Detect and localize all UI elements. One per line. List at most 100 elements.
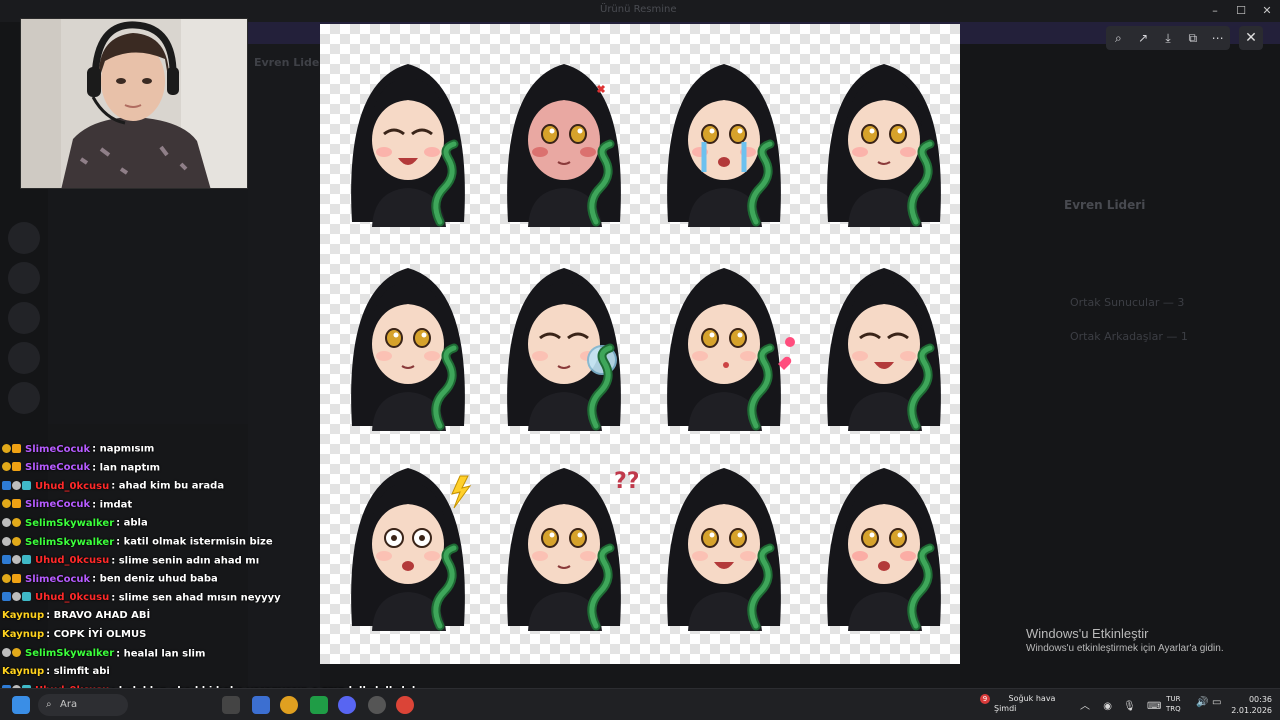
server-icon[interactable] bbox=[8, 382, 40, 414]
obs-icon[interactable] bbox=[368, 696, 386, 714]
server-icon[interactable] bbox=[8, 342, 40, 374]
system-tray: ︿ ◉ 🎙 ⌨ bbox=[1080, 697, 1161, 712]
emote-thinking bbox=[332, 246, 482, 431]
chat-text: BRAVO AHAD ABİ bbox=[53, 610, 151, 622]
badge-icon bbox=[2, 648, 11, 658]
taskbar-search[interactable]: ⌕ Ara bbox=[38, 694, 128, 716]
server-icon[interactable] bbox=[8, 222, 40, 254]
chat-badges bbox=[2, 477, 32, 494]
chat-separator: : bbox=[111, 592, 119, 604]
chat-badges bbox=[2, 552, 32, 569]
chrome-icon[interactable] bbox=[280, 696, 298, 714]
badge-icon bbox=[12, 462, 21, 472]
discord-icon[interactable] bbox=[338, 696, 356, 714]
server-icon[interactable] bbox=[8, 302, 40, 334]
viewer-close-button[interactable]: ✕ bbox=[1239, 26, 1263, 50]
weather-badge: 9 bbox=[980, 694, 990, 704]
language-code: TUR bbox=[1166, 695, 1181, 703]
chat-username: Uhud_0kcusu bbox=[35, 480, 110, 492]
chat-username: Kaynup bbox=[2, 666, 45, 678]
server-icon[interactable] bbox=[8, 262, 40, 294]
chat-text: slime senin adın ahad mı bbox=[118, 555, 260, 567]
badge-icon bbox=[12, 517, 21, 527]
badge-icon bbox=[22, 555, 31, 565]
chat-text: ahad kim bu arada bbox=[118, 480, 225, 492]
badge-icon bbox=[12, 480, 21, 490]
badge-icon bbox=[2, 573, 11, 583]
chat-message: SelimSkywalker: healal lan slim bbox=[2, 645, 205, 662]
maximize-button[interactable]: ☐ bbox=[1228, 0, 1254, 22]
language-indicator[interactable]: TUR TRQ bbox=[1166, 694, 1181, 714]
mutual-friends-link[interactable]: Ortak Arkadaşlar — 1 bbox=[1070, 330, 1188, 343]
badge-icon bbox=[2, 480, 11, 490]
chat-text: healal lan slim bbox=[123, 648, 206, 660]
weather-subtitle: Şimdi bbox=[994, 704, 1017, 713]
security-icon[interactable]: ◉ bbox=[1103, 701, 1112, 712]
chat-username: SlimeCocuk bbox=[25, 443, 91, 455]
emote-kissing bbox=[648, 246, 798, 431]
weather-widget[interactable]: 9 Soğuk hava Şimdi bbox=[980, 694, 1055, 714]
keyboard-icon[interactable]: ⌨ bbox=[1147, 701, 1161, 712]
excel-icon[interactable] bbox=[310, 696, 328, 714]
badge-icon bbox=[12, 555, 21, 565]
chevron-up-icon[interactable]: ︿ bbox=[1080, 701, 1090, 712]
badge-icon bbox=[12, 443, 21, 453]
clock[interactable]: 00:36 2.01.2026 bbox=[1228, 694, 1272, 716]
more-icon[interactable]: ⋯ bbox=[1208, 31, 1228, 45]
badge-icon bbox=[2, 555, 11, 565]
close-window-button[interactable]: ✕ bbox=[1254, 0, 1280, 22]
chat-separator: : bbox=[46, 666, 54, 678]
badge-icon bbox=[22, 480, 31, 490]
chat-message: Kaynup: slimfit abi bbox=[2, 663, 110, 680]
chat-message: SelimSkywalker: abla bbox=[2, 514, 148, 531]
search-label: Ara bbox=[60, 699, 78, 710]
chrome-icon[interactable] bbox=[396, 696, 414, 714]
chat-separator: : bbox=[116, 536, 124, 548]
emote-pouting bbox=[808, 42, 958, 227]
server-name: Evren Lideri bbox=[254, 56, 329, 69]
chat-text: slimfit abi bbox=[53, 666, 110, 678]
emote-angry bbox=[488, 42, 638, 227]
profile-panel: Evren Lideri Ortak Sunucular — 3 Ortak A… bbox=[960, 44, 1280, 688]
share-icon[interactable]: ↗ bbox=[1133, 31, 1153, 45]
taskbar: ⌕ Ara 9 Soğuk hava Şimdi ︿ ◉ 🎙 ⌨ TUR TRQ… bbox=[0, 688, 1280, 720]
chat-message: Uhud_0kcusu: slime senin adın ahad mı bbox=[2, 552, 259, 569]
speaker-icon[interactable]: 🔊 bbox=[1196, 697, 1208, 708]
minimize-button[interactable]: – bbox=[1202, 0, 1228, 22]
badge-icon bbox=[2, 517, 11, 527]
zoom-icon[interactable]: ⌕ bbox=[1108, 31, 1128, 46]
window-controls: – ☐ ✕ bbox=[1202, 0, 1280, 22]
chat-text: slime sen ahad mısın neyyyy bbox=[118, 592, 281, 604]
image-preview[interactable]: ?? bbox=[320, 24, 960, 664]
chat-text: katil olmak istermisin bize bbox=[123, 536, 273, 548]
badge-icon bbox=[12, 592, 21, 602]
start-icon[interactable] bbox=[12, 696, 30, 714]
open-external-icon[interactable]: ⧉ bbox=[1183, 31, 1203, 46]
chat-badges bbox=[2, 570, 22, 587]
chat-username: SlimeCocuk bbox=[25, 573, 91, 585]
chat-separator: : bbox=[111, 480, 119, 492]
chat-text: lan naptım bbox=[99, 462, 161, 474]
app-title: Ürünü Resmine bbox=[600, 4, 677, 15]
activation-watermark: Windows'u Etkinleştir Windows'u etkinleş… bbox=[1026, 626, 1224, 654]
badge-icon bbox=[12, 573, 21, 583]
badge-icon bbox=[12, 536, 21, 546]
emote-happy bbox=[808, 246, 958, 431]
svg-text:??: ?? bbox=[614, 469, 638, 494]
chat-separator: : bbox=[116, 648, 124, 660]
emote-peace bbox=[648, 446, 798, 631]
battery-icon[interactable]: ▭ bbox=[1212, 697, 1221, 708]
app-icon[interactable] bbox=[252, 696, 270, 714]
clock-time: 00:36 bbox=[1248, 695, 1272, 704]
chat-badges bbox=[2, 645, 22, 662]
emote-embarrassed bbox=[808, 446, 958, 631]
chat-badges bbox=[2, 459, 22, 476]
chat-username: Kaynup bbox=[2, 610, 45, 622]
app-icon[interactable] bbox=[222, 696, 240, 714]
microphone-icon[interactable]: 🎙 bbox=[1123, 701, 1136, 712]
chat-badges bbox=[2, 496, 22, 513]
chat-separator: : bbox=[111, 555, 119, 567]
chat-separator: : bbox=[46, 610, 54, 622]
mutual-servers-link[interactable]: Ortak Sunucular — 3 bbox=[1070, 296, 1184, 309]
download-icon[interactable]: ⤓ bbox=[1158, 31, 1178, 46]
